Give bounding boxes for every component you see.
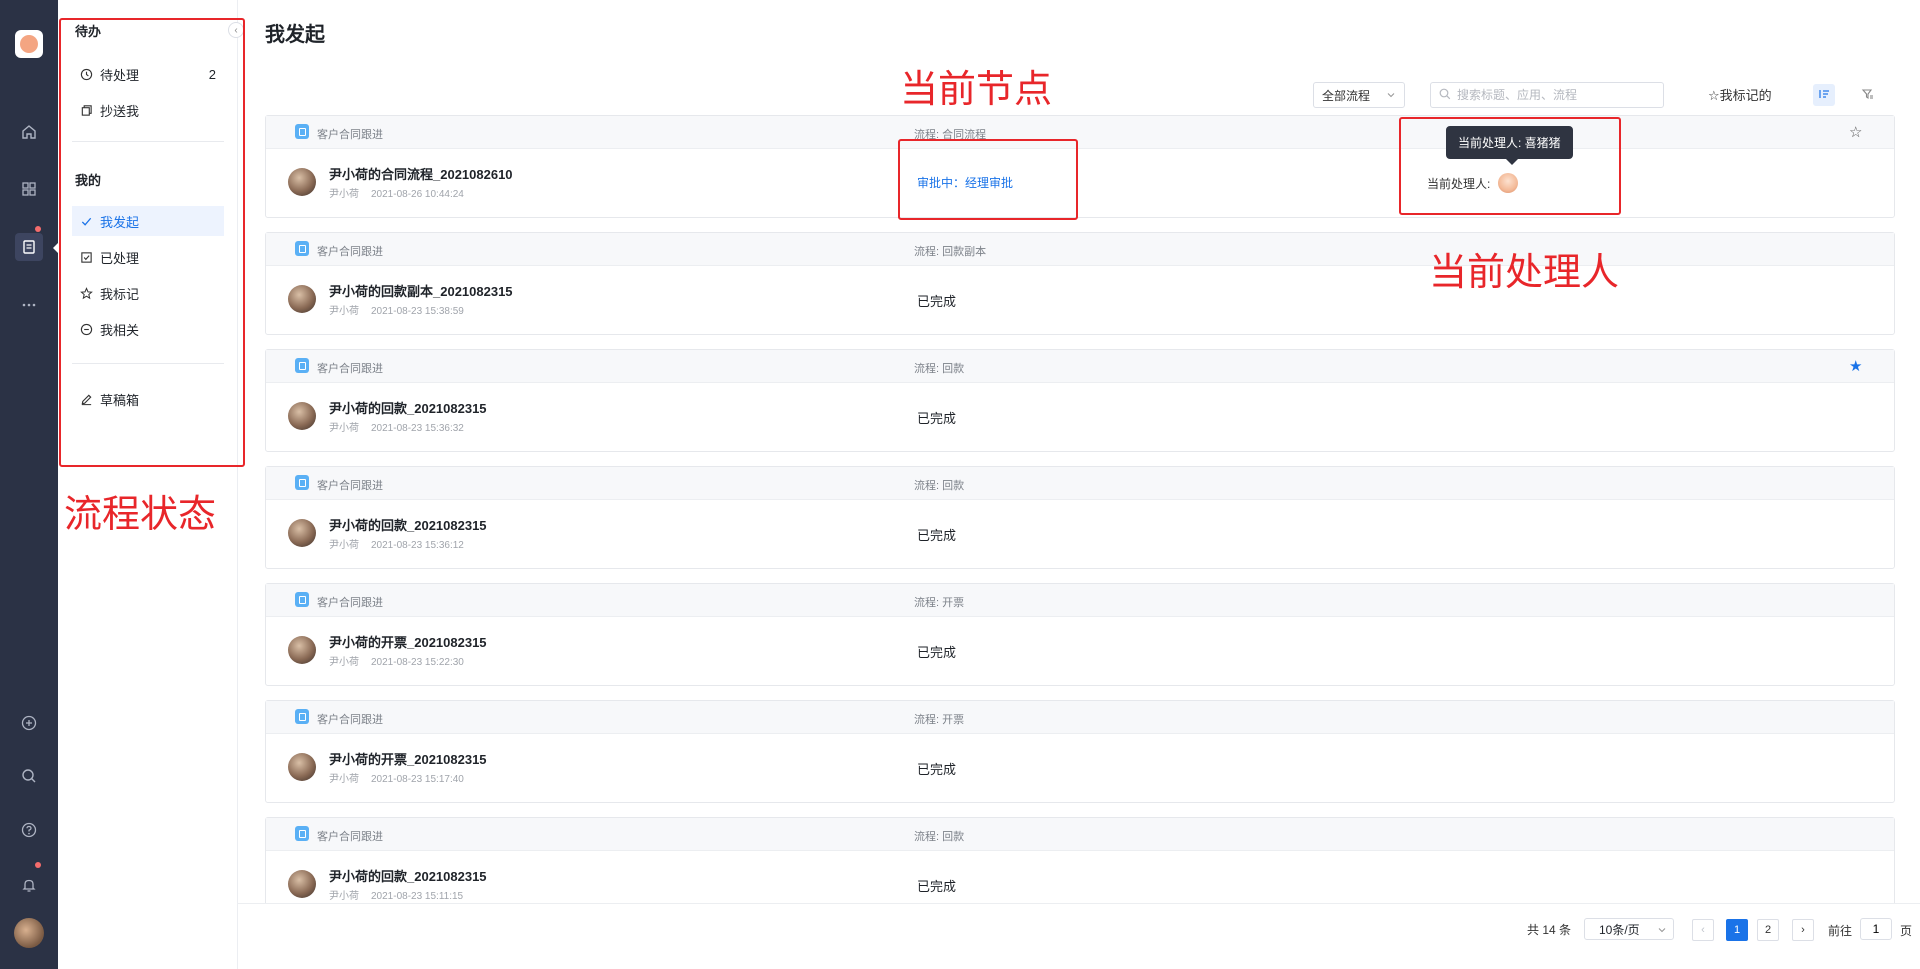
- next-page-button[interactable]: ›: [1792, 919, 1814, 941]
- page-unit-label: 页: [1900, 924, 1913, 938]
- avatar: [288, 870, 316, 898]
- record-user: 尹小荷: [329, 891, 359, 902]
- logo-mark: [20, 35, 38, 53]
- annotation-node-label: 当前节点: [900, 67, 1053, 111]
- page-size-value: 10条/页: [1599, 922, 1640, 937]
- home-icon[interactable]: [15, 118, 43, 146]
- page-button-2[interactable]: 2: [1757, 919, 1779, 941]
- filter-icon: [1861, 87, 1875, 104]
- record-card[interactable]: 客户合同跟进 流程: 回款 尹小荷的回款_2021082315 尹小荷 2021-…: [265, 817, 1895, 903]
- help-icon[interactable]: [15, 816, 43, 844]
- bell-badge: [35, 862, 41, 868]
- app-name: 客户合同跟进: [317, 831, 383, 843]
- record-card-header: 客户合同跟进 流程: 回款: [266, 818, 1894, 851]
- page-title: 我发起: [265, 24, 325, 46]
- app-icon: [295, 826, 309, 841]
- record-status: 已完成: [917, 879, 957, 894]
- workflow-badge: [35, 226, 41, 232]
- workflow-icon[interactable]: [15, 233, 43, 261]
- search-input[interactable]: [1457, 88, 1647, 102]
- list-clip: 客户合同跟进 流程: 回款 尹小荷的回款_2021082315 尹小荷 2021-…: [240, 108, 1920, 903]
- chevron-right-icon: ›: [1801, 924, 1805, 936]
- annotation-status-label: 流程状态: [64, 492, 217, 536]
- record-title: 尹小荷的回款_2021082315: [329, 869, 487, 884]
- apps-icon[interactable]: [15, 175, 43, 203]
- list-view-button[interactable]: [1813, 84, 1835, 106]
- app-logo[interactable]: [15, 30, 43, 58]
- goto-page-input[interactable]: [1860, 918, 1892, 940]
- annotation-box-node: [898, 139, 1078, 220]
- total-count: 共 14 条: [1527, 923, 1572, 937]
- goto-label: 前往: [1828, 924, 1853, 938]
- more-icon[interactable]: [15, 291, 43, 319]
- record-time: 2021-08-23 15:11:15: [371, 891, 464, 902]
- search-box: [1430, 82, 1664, 108]
- record-meta: 尹小荷 2021-08-23 15:11:15: [329, 887, 463, 902]
- prev-page-button[interactable]: ‹: [1692, 919, 1714, 941]
- user-avatar[interactable]: [14, 918, 44, 948]
- app-rail: [0, 0, 58, 969]
- chevron-down-icon: [1657, 924, 1667, 938]
- page-size-select[interactable]: 10条/页: [1584, 918, 1674, 940]
- page-button-1[interactable]: 1: [1726, 919, 1748, 941]
- add-circle-icon[interactable]: [15, 709, 43, 737]
- process-filter-value: 全部流程: [1322, 88, 1371, 103]
- annotation-handler-label: 当前处理人: [1429, 250, 1620, 294]
- annotation-box-handler: [1399, 117, 1621, 215]
- chevron-left-icon: ‹: [1701, 924, 1705, 936]
- filter-view-button[interactable]: [1857, 84, 1879, 106]
- search-icon[interactable]: [15, 762, 43, 790]
- marked-filter-button[interactable]: ☆我标记的: [1708, 85, 1772, 104]
- chevron-down-icon: [1386, 89, 1396, 103]
- search-icon: [1439, 88, 1451, 103]
- process-filter-select[interactable]: 全部流程: [1313, 82, 1405, 108]
- flow-name: 流程: 回款: [914, 831, 965, 843]
- annotation-box-status: [59, 18, 245, 467]
- bell-icon[interactable]: [15, 871, 43, 899]
- footer-divider: [238, 903, 1920, 904]
- sort-list-icon: [1817, 87, 1831, 104]
